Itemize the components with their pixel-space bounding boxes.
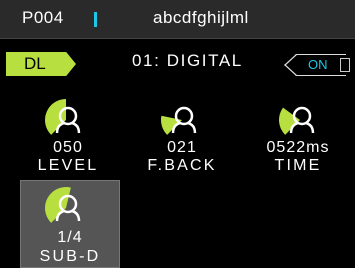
page-icon — [340, 58, 350, 72]
feedback-value: 021 — [167, 139, 197, 156]
toggle-edge — [284, 54, 298, 76]
level-value: 050 — [53, 139, 83, 156]
time-value: 0522ms — [266, 139, 330, 156]
time-label: TIME — [274, 157, 322, 174]
feedback-label: F.BACK — [147, 157, 217, 174]
patch-name[interactable]: abcdfghijlml — [153, 8, 249, 28]
subdivision-knob-icon[interactable] — [44, 186, 88, 230]
feedback-knob-icon[interactable] — [160, 98, 204, 142]
effect-type-tag[interactable]: DL — [6, 52, 76, 76]
patch-number: P004 — [22, 8, 64, 27]
level-knob-icon[interactable] — [44, 98, 88, 142]
effect-name[interactable]: 01: DIGITAL — [132, 51, 243, 71]
top-bar: P004 abcdfghijlml — [0, 0, 355, 39]
subdivision-label: SUB-D — [39, 248, 101, 265]
subdivision-value: 1/4 — [57, 229, 83, 246]
on-off-label: ON — [308, 57, 328, 72]
time-knob-icon[interactable] — [278, 98, 322, 142]
text-cursor — [94, 12, 97, 27]
level-label: LEVEL — [37, 157, 99, 174]
